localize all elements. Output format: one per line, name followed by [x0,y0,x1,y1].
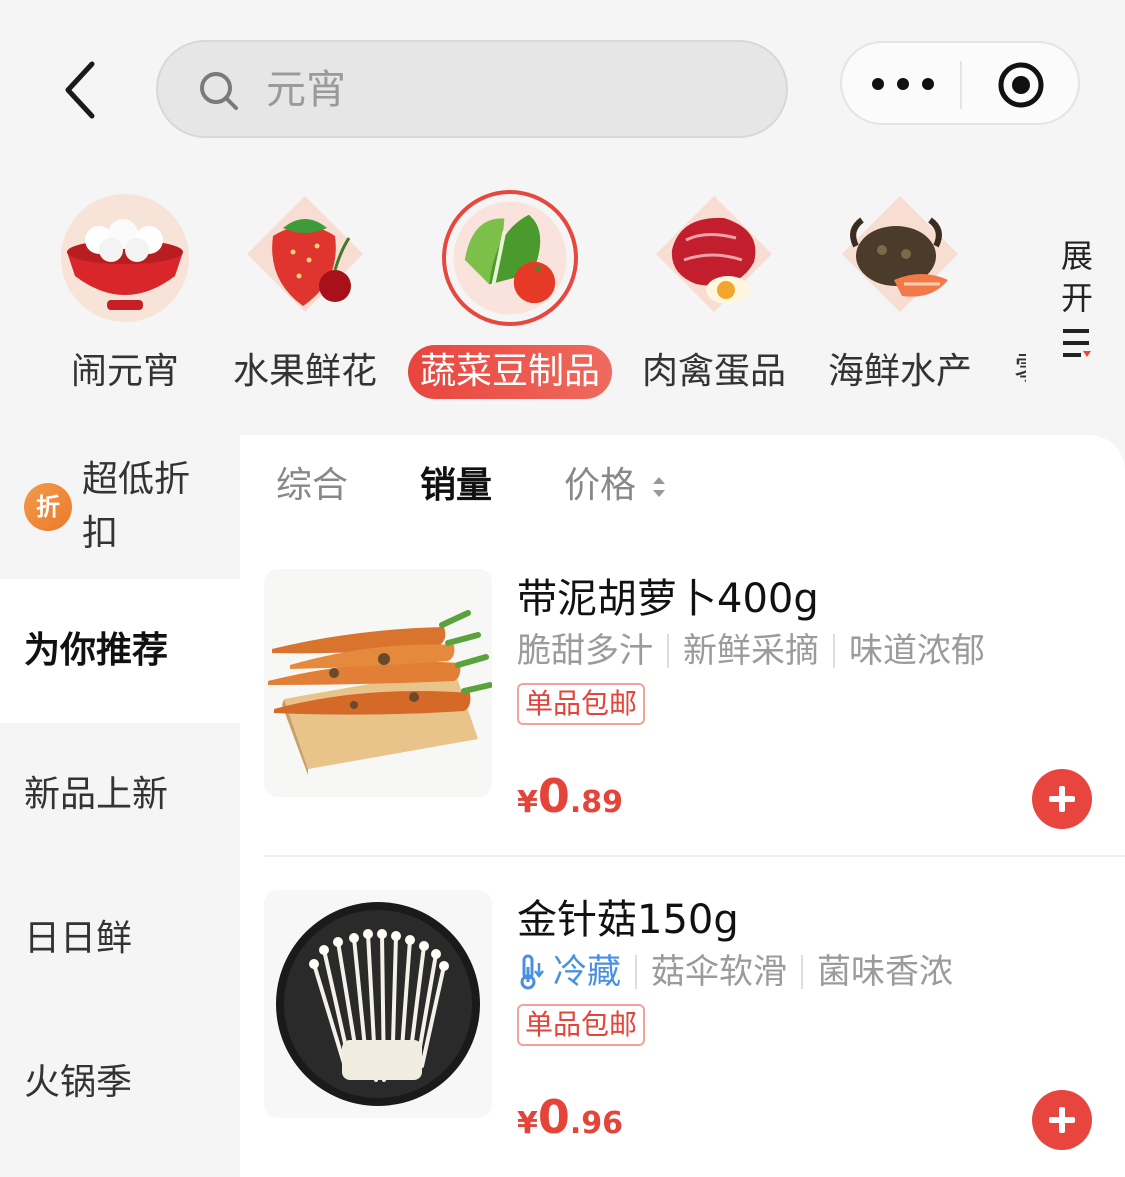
category-vegetables[interactable]: 蔬菜豆制品 [408,155,612,435]
product-tags: 冷藏 菇伞软滑 菌味香浓 [517,950,953,994]
category-label-partial[interactable]: 零 [1014,345,1026,399]
expand-label: 展 [1060,237,1093,275]
dot-icon [872,78,884,90]
sidebar-item-discount[interactable]: 折 超低折扣 [0,435,240,579]
product-price: ¥0.89 [517,769,623,823]
enoki-mushroom-icon [264,890,492,1118]
product-tag: 新鲜采摘 [683,631,819,671]
category-strip: 闹元宵 水果鲜花 蔬菜豆制品 肉禽蛋品 海鲜水产 展 开 [0,155,1125,435]
sidebar-item-fresh[interactable]: 日日鲜 [0,867,240,1011]
product-price: ¥0.96 [517,1090,623,1144]
carrots-icon [264,569,492,797]
back-button[interactable] [50,55,110,125]
tangyuan-bowl-icon [61,194,189,322]
sidebar-item-label: 日日鲜 [24,918,133,959]
meat-egg-icon [656,196,772,312]
price-decimal: .96 [569,1106,624,1141]
category-label: 海鲜水产 [827,351,972,392]
tag-separator [635,955,637,989]
category-sidebar: 折 超低折扣 为你推荐 新品上新 日日鲜 火锅季 [0,435,240,1177]
sidebar-item-label: 超低折扣 [82,459,191,554]
product-panel: 综合 销量 价格 带泥胡萝卜400g 脆甜多汁 新鲜采摘 味道浓郁 单品包邮 ¥… [240,435,1125,1177]
product-tag: 菌味香浓 [817,952,953,992]
menu-lines-icon [1063,329,1091,357]
add-to-cart-button[interactable] [1032,1090,1092,1150]
product-card[interactable]: 带泥胡萝卜400g 脆甜多汁 新鲜采摘 味道浓郁 单品包邮 ¥0.89 [264,569,1125,859]
tag-separator [833,634,835,668]
target-icon [998,62,1044,108]
price-currency: ¥ [517,785,538,820]
sidebar-item-label: 为你推荐 [24,630,169,671]
search-icon [200,72,238,110]
thermometer-icon [520,954,544,990]
product-name: 带泥胡萝卜400g [517,576,819,622]
sidebar-item-recommend[interactable]: 为你推荐 [0,579,240,723]
mini-program-capsule [840,41,1080,125]
search-placeholder: 元宵 [266,67,346,113]
tag-separator [801,955,803,989]
category-meat[interactable]: 肉禽蛋品 [614,155,814,435]
product-image[interactable] [264,569,492,797]
dot-icon [922,78,934,90]
sort-bar: 综合 销量 价格 [240,435,1125,535]
category-label: 闹元宵 [70,351,179,392]
vegetables-icon [442,190,578,326]
free-shipping-badge: 单品包邮 [517,683,646,725]
close-miniprogram-button[interactable] [997,61,1045,113]
product-name: 金针菇150g [517,897,739,943]
price-decimal: .89 [569,785,624,820]
seafood-icon [842,196,958,312]
free-shipping-badge: 单品包邮 [517,1004,646,1046]
sidebar-item-new[interactable]: 新品上新 [0,723,240,867]
product-tag: 脆甜多汁 [517,631,653,671]
more-button[interactable] [872,69,934,99]
product-tag: 菇伞软滑 [651,952,787,992]
strawberry-icon [247,196,363,312]
expand-categories-button[interactable]: 展 开 [1052,235,1102,365]
sort-price[interactable]: 价格 [564,459,636,513]
sidebar-item-hotpot[interactable]: 火锅季 [0,1011,240,1155]
search-bar[interactable]: 元宵 [156,40,788,138]
sort-arrows-icon [653,477,665,497]
price-integer: 0 [537,1090,570,1144]
category-label-active: 蔬菜豆制品 [408,345,612,399]
dot-icon [897,78,909,90]
sidebar-item-label: 新品上新 [24,774,169,815]
product-image[interactable] [264,890,492,1118]
category-fruit[interactable]: 水果鲜花 [205,155,405,435]
sort-sales[interactable]: 销量 [420,459,492,513]
product-tags: 脆甜多汁 新鲜采摘 味道浓郁 [517,629,985,673]
cold-storage-tag: 冷藏 [517,950,621,994]
price-currency: ¥ [517,1106,538,1141]
product-tag: 味道浓郁 [849,631,985,671]
tag-separator [667,634,669,668]
category-seafood[interactable]: 海鲜水产 [800,155,1000,435]
row-divider [264,855,1125,857]
sidebar-item-label: 火锅季 [24,1062,133,1103]
capsule-divider [960,61,962,109]
category-label: 肉禽蛋品 [641,351,786,392]
expand-label: 开 [1060,279,1093,317]
sort-comprehensive[interactable]: 综合 [276,459,348,513]
category-tangyuan[interactable]: 闹元宵 [25,155,225,435]
chevron-left-icon [65,61,95,119]
price-integer: 0 [537,769,570,823]
category-label: 水果鲜花 [232,351,377,392]
add-to-cart-button[interactable] [1032,769,1092,829]
product-card[interactable]: 金针菇150g 冷藏 菇伞软滑 菌味香浓 单品包邮 ¥0.96 [264,890,1125,1177]
discount-badge: 折 [24,483,72,531]
top-bar: 元宵 [0,0,1125,155]
cold-storage-label: 冷藏 [553,952,621,992]
